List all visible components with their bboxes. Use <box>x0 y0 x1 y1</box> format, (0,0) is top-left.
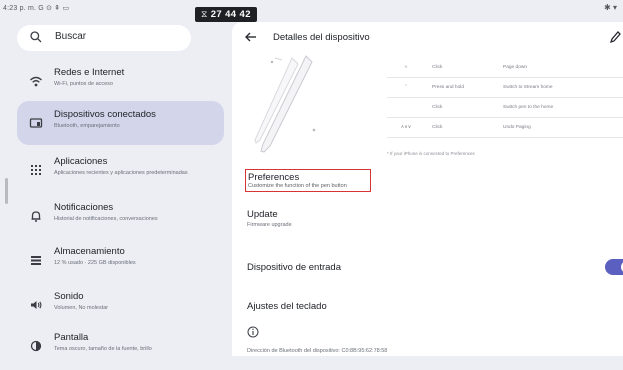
gesture-action: Click <box>432 65 443 70</box>
gesture-result: Undo Paging <box>503 125 531 130</box>
clock-icon: ⧖ <box>201 9 208 19</box>
nav-item-sonido[interactable]: Sonido Volumen, No molestar <box>17 283 224 329</box>
nav-subtitle: Aplicaciones recientes y aplicaciones pr… <box>54 170 188 176</box>
table-row: Click Switch pen to the home <box>387 98 623 118</box>
gesture-result: Switch to Stream home <box>503 85 553 90</box>
nav-title: Dispositivos conectados <box>54 109 156 120</box>
gesture-icon: ∧∨∨ <box>400 125 412 130</box>
pane-resize-handle[interactable] <box>5 178 8 204</box>
page-title: Detalles del dispositivo <box>273 32 370 43</box>
nav-subtitle: Wi-Fi, puntos de acceso <box>54 81 113 87</box>
table-row: ∧∨∨ Click Undo Paging <box>387 118 623 138</box>
back-arrow-icon[interactable] <box>244 30 258 44</box>
stylus-illustration <box>254 55 316 153</box>
nav-subtitle: Bluetooth, emparejamiento <box>54 123 120 129</box>
nav-title: Almacenamiento <box>54 246 125 257</box>
nav-item-almacenamiento[interactable]: Almacenamiento 12 % usado · 225 GB dispo… <box>17 238 224 284</box>
preferences-title: Preferences <box>248 172 300 183</box>
devices-icon <box>29 118 43 128</box>
search-bar[interactable]: Buscar <box>17 25 191 51</box>
status-time: 4:23 p. m. G ⊙ ⇞ ▭ <box>3 5 70 12</box>
brightness-icon <box>30 340 42 352</box>
nav-item-pantalla[interactable]: Pantalla Tema oscuro, tamaño de la fuent… <box>17 324 224 370</box>
nav-item-redes[interactable]: Redes e Internet Wi-Fi, puntos de acceso <box>17 59 224 105</box>
input-device-label: Dispositivo de entrada <box>247 262 341 273</box>
nav-title: Aplicaciones <box>54 156 108 167</box>
bell-icon <box>31 211 41 222</box>
gesture-icon: ⸯ <box>404 86 408 91</box>
storage-icon <box>31 256 41 265</box>
update-subtitle: Firmware upgrade <box>247 222 292 228</box>
search-label: Buscar <box>55 31 87 42</box>
pen-gesture-table: ≈ Click Page down ⸯ Press and hold Switc… <box>387 58 623 138</box>
nav-subtitle: Tema oscuro, tamaño de la fuente, brillo <box>54 346 152 352</box>
nav-title: Redes e Internet <box>54 67 125 78</box>
wifi-icon <box>30 76 42 87</box>
nav-item-dispositivos[interactable]: Dispositivos conectados Bluetooth, empar… <box>17 101 224 145</box>
apps-grid-icon <box>31 165 41 175</box>
nav-title: Pantalla <box>54 332 89 343</box>
status-bar: 4:23 p. m. G ⊙ ⇞ ▭ ⧖ 27 44 42 ✱ ▾ <box>0 0 623 22</box>
update-title[interactable]: Update <box>247 209 278 220</box>
pencil-edit-icon[interactable] <box>609 30 621 44</box>
speaker-icon <box>31 301 42 309</box>
nav-subtitle: Volumen, No molestar <box>54 305 109 311</box>
nav-item-notificaciones[interactable]: Notificaciones Historial de notificacion… <box>17 194 224 240</box>
timer-chip: ⧖ 27 44 42 <box>195 7 257 22</box>
nav-subtitle: 12 % usado · 225 GB disponibles <box>54 260 136 266</box>
info-icon <box>247 326 259 338</box>
nav-subtitle: Historial de notificaciones, conversacio… <box>54 216 158 222</box>
keyboard-settings-item[interactable]: Ajustes del teclado <box>247 301 327 312</box>
input-device-toggle[interactable] <box>605 259 623 275</box>
gesture-action: Press and hold <box>432 85 464 90</box>
search-icon <box>30 31 42 43</box>
table-row: ≈ Click Page down <box>387 58 623 78</box>
gesture-result: Switch pen to the home <box>503 105 554 110</box>
device-details-pane: Detalles del dispositivo ≈ Click Page do… <box>232 22 623 356</box>
preferences-subtitle: Customize the function of the pen button <box>248 183 347 189</box>
nav-item-aplicaciones[interactable]: Aplicaciones Aplicaciones recientes y ap… <box>17 148 224 194</box>
gesture-action: Click <box>432 105 443 110</box>
gesture-icon: ≈ <box>404 65 408 70</box>
status-icons: ✱ ▾ <box>604 3 617 12</box>
nav-title: Notificaciones <box>54 202 114 213</box>
table-footnote: * If your iPhone is connected to Prefere… <box>387 151 475 156</box>
gesture-result: Page down <box>503 65 528 70</box>
nav-title: Sonido <box>54 291 84 302</box>
gesture-action: Click <box>432 125 443 130</box>
table-row: ⸯ Press and hold Switch to Stream home <box>387 78 623 98</box>
bluetooth-address: Dirección de Bluetooth del dispositivo: … <box>247 348 388 354</box>
